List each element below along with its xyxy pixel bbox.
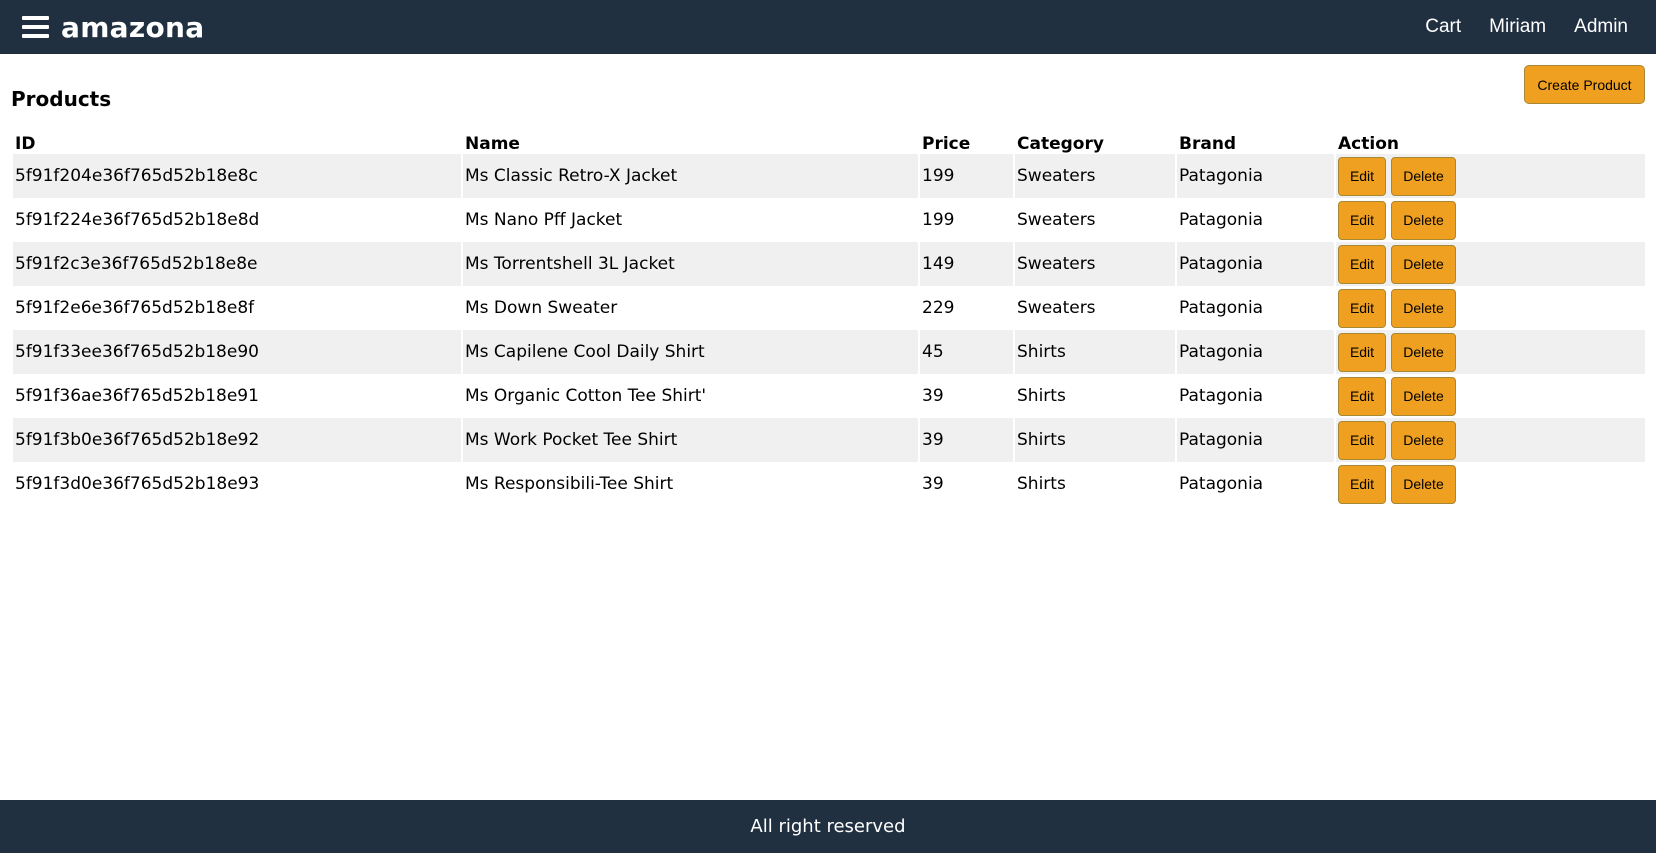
cell-price: 229 — [920, 286, 1013, 330]
delete-button[interactable]: Delete — [1391, 200, 1456, 240]
cell-brand: Patagonia — [1177, 154, 1334, 198]
cell-action: Edit Delete — [1336, 242, 1645, 286]
products-table: ID Name Price Category Brand Action 5f91f204e… — [11, 130, 1647, 506]
edit-button[interactable]: Edit — [1338, 156, 1386, 196]
cell-price: 39 — [920, 418, 1013, 462]
brand-logo-link[interactable]: amazona — [61, 11, 204, 44]
delete-button[interactable]: Delete — [1391, 288, 1456, 328]
table-row: 5f91f2c3e36f765d52b18e8e Ms Torrentshell … — [13, 242, 1645, 286]
column-header-name: Name — [465, 134, 520, 154]
delete-button[interactable]: Delete — [1391, 332, 1456, 372]
cell-brand: Patagonia — [1177, 330, 1334, 374]
cell-brand: Patagonia — [1177, 462, 1334, 506]
cell-name: Ms Responsibili-Tee Shirt — [463, 462, 918, 506]
cell-brand: Patagonia — [1177, 374, 1334, 418]
cell-brand: Patagonia — [1177, 286, 1334, 330]
footer-text: All right reserved — [750, 816, 906, 837]
table-row: 5f91f36ae36f765d52b18e91 Ms Organic Cotto… — [13, 374, 1645, 418]
cell-price: 45 — [920, 330, 1013, 374]
cell-category: Shirts — [1015, 374, 1175, 418]
table-header-row: ID Name Price Category Brand Action — [13, 130, 1645, 154]
column-header-id: ID — [15, 134, 36, 154]
cell-id: 5f91f2e6e36f765d52b18e8f — [13, 286, 461, 330]
cell-action: Edit Delete — [1336, 418, 1645, 462]
edit-button[interactable]: Edit — [1338, 244, 1386, 284]
hamburger-line — [22, 34, 49, 38]
create-product-button[interactable]: Create Product — [1524, 65, 1645, 104]
cell-brand: Patagonia — [1177, 198, 1334, 242]
top-header: amazona Cart Miriam Admin — [0, 0, 1656, 54]
cell-category: Shirts — [1015, 462, 1175, 506]
column-header-category: Category — [1017, 134, 1104, 154]
cell-price: 39 — [920, 374, 1013, 418]
table-row: 5f91f33ee36f765d52b18e90 Ms Capilene Cool… — [13, 330, 1645, 374]
cell-name: Ms Nano Pff Jacket — [463, 198, 918, 242]
edit-button[interactable]: Edit — [1338, 420, 1386, 460]
table-body: 5f91f204e36f765d52b18e8c Ms Classic Retro… — [13, 154, 1645, 506]
edit-button[interactable]: Edit — [1338, 200, 1386, 240]
admin-menu-link[interactable]: Admin — [1574, 16, 1628, 38]
cell-id: 5f91f36ae36f765d52b18e91 — [13, 374, 461, 418]
page-footer: All right reserved — [0, 800, 1656, 853]
delete-button[interactable]: Delete — [1391, 376, 1456, 416]
cell-action: Edit Delete — [1336, 154, 1645, 198]
cell-category: Sweaters — [1015, 286, 1175, 330]
cell-category: Sweaters — [1015, 198, 1175, 242]
table-row: 5f91f204e36f765d52b18e8c Ms Classic Retro… — [13, 154, 1645, 198]
table-row: 5f91f224e36f765d52b18e8d Ms Nano Pff Jack… — [13, 198, 1645, 242]
column-header-price: Price — [922, 134, 971, 154]
delete-button[interactable]: Delete — [1391, 464, 1456, 504]
cell-name: Ms Down Sweater — [463, 286, 918, 330]
cell-price: 149 — [920, 242, 1013, 286]
cell-name: Ms Classic Retro-X Jacket — [463, 154, 918, 198]
hamburger-line — [22, 25, 49, 29]
column-header-action: Action — [1338, 134, 1399, 154]
cell-price: 39 — [920, 462, 1013, 506]
cell-category: Shirts — [1015, 330, 1175, 374]
delete-button[interactable]: Delete — [1391, 420, 1456, 460]
cell-price: 199 — [920, 198, 1013, 242]
cell-action: Edit Delete — [1336, 374, 1645, 418]
delete-button[interactable]: Delete — [1391, 244, 1456, 284]
table-row: 5f91f3d0e36f765d52b18e93 Ms Responsibili-… — [13, 462, 1645, 506]
cell-id: 5f91f224e36f765d52b18e8d — [13, 198, 461, 242]
cell-action: Edit Delete — [1336, 462, 1645, 506]
cell-name: Ms Capilene Cool Daily Shirt — [463, 330, 918, 374]
cell-name: Ms Torrentshell 3L Jacket — [463, 242, 918, 286]
cell-id: 5f91f33ee36f765d52b18e90 — [13, 330, 461, 374]
cell-action: Edit Delete — [1336, 198, 1645, 242]
table-row: 5f91f3b0e36f765d52b18e92 Ms Work Pocket T… — [13, 418, 1645, 462]
cell-id: 5f91f3d0e36f765d52b18e93 — [13, 462, 461, 506]
table-header: ID Name Price Category Brand Action — [13, 130, 1645, 154]
cell-name: Ms Work Pocket Tee Shirt — [463, 418, 918, 462]
cell-id: 5f91f2c3e36f765d52b18e8e — [13, 242, 461, 286]
cell-action: Edit Delete — [1336, 286, 1645, 330]
hamburger-menu-icon[interactable] — [22, 16, 49, 38]
header-nav: Cart Miriam Admin — [1425, 16, 1656, 38]
brand-area: amazona — [0, 11, 204, 44]
cell-category: Sweaters — [1015, 242, 1175, 286]
column-header-brand: Brand — [1179, 134, 1237, 154]
cell-category: Sweaters — [1015, 154, 1175, 198]
edit-button[interactable]: Edit — [1338, 332, 1386, 372]
cell-name: Ms Organic Cotton Tee Shirt' — [463, 374, 918, 418]
cell-category: Shirts — [1015, 418, 1175, 462]
cell-brand: Patagonia — [1177, 418, 1334, 462]
table-row: 5f91f2e6e36f765d52b18e8f Ms Down Sweater 2… — [13, 286, 1645, 330]
edit-button[interactable]: Edit — [1338, 376, 1386, 416]
cell-action: Edit Delete — [1336, 330, 1645, 374]
cell-id: 5f91f204e36f765d52b18e8c — [13, 154, 461, 198]
page-title: Products — [11, 87, 112, 111]
delete-button[interactable]: Delete — [1391, 156, 1456, 196]
cell-id: 5f91f3b0e36f765d52b18e92 — [13, 418, 461, 462]
main-content: Products Create Product ID Name Price Categ… — [0, 54, 1656, 800]
edit-button[interactable]: Edit — [1338, 464, 1386, 504]
user-menu-link[interactable]: Miriam — [1489, 16, 1546, 38]
cell-brand: Patagonia — [1177, 242, 1334, 286]
cart-link[interactable]: Cart — [1425, 16, 1461, 38]
hamburger-line — [22, 16, 49, 20]
cell-price: 199 — [920, 154, 1013, 198]
edit-button[interactable]: Edit — [1338, 288, 1386, 328]
